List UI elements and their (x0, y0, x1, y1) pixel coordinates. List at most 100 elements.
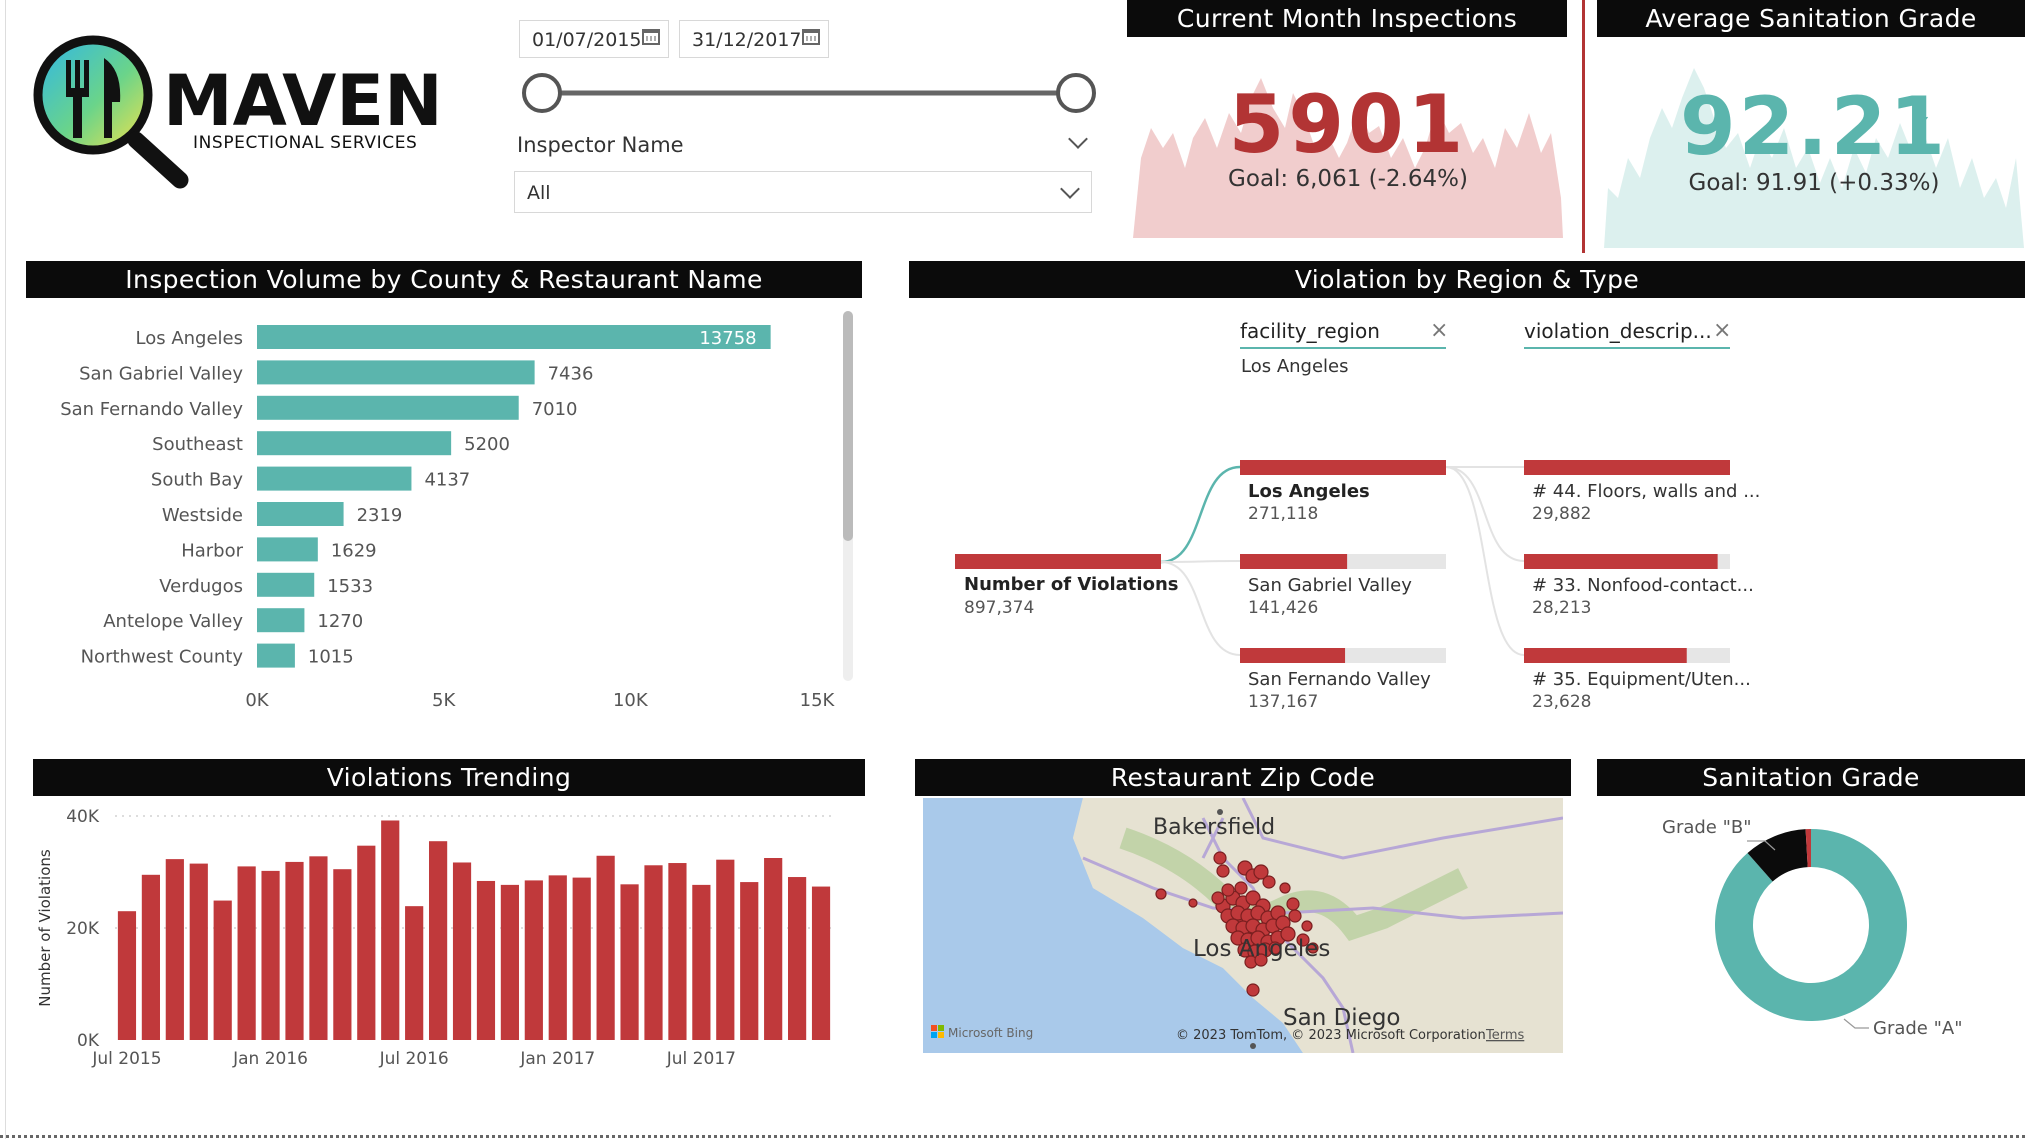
trend-bar[interactable] (548, 875, 567, 1040)
trend-x-tick: Jul 2016 (379, 1049, 449, 1069)
county-bar-chart: Los Angeles 13758 San Gabriel Valley 7436 Sa… (26, 300, 862, 720)
kpi-inspections-value: 5901 (1228, 78, 1468, 171)
county-x-tick: 5K (432, 690, 456, 711)
slider-handle-end[interactable] (1056, 73, 1096, 113)
inspector-dropdown[interactable]: All (514, 171, 1092, 213)
county-bar[interactable] (257, 466, 412, 491)
type-node-label[interactable]: # 33. Nonfood-contact... (1532, 575, 1754, 596)
trend-bar[interactable] (261, 870, 280, 1040)
type-node-label[interactable]: # 44. Floors, walls and ... (1532, 481, 1760, 502)
level1-close-icon[interactable]: × (1430, 318, 1448, 343)
kpi-grade-goal: Goal: 91.91 (+0.33%) (1688, 170, 1940, 196)
chevron-down-icon[interactable] (1068, 129, 1088, 149)
level2-close-icon[interactable]: × (1713, 318, 1731, 343)
county-bar[interactable] (257, 502, 344, 526)
trend-bar[interactable] (189, 863, 208, 1040)
trend-y-tick: 0K (77, 1031, 100, 1051)
violations-trend-chart: 0K 20K 40K Jul 2015 Jan 2016 Jul 2016 Jan 2017… (33, 798, 865, 1073)
county-bar[interactable] (257, 395, 519, 420)
county-x-tick: 10K (613, 690, 649, 711)
end-date-input[interactable]: 31/12/2017 (679, 20, 829, 58)
trend-bar[interactable] (644, 865, 663, 1040)
level1-underline (1240, 347, 1446, 349)
maven-logo: MAVEN INSPECTIONAL SERVICES (28, 30, 478, 200)
start-date-input[interactable]: 01/07/2015 (519, 20, 669, 58)
donut-title: Sanitation Grade (1597, 759, 2025, 796)
trend-bar[interactable] (452, 862, 472, 1040)
donut-label-grade-b: Grade "B" (1662, 817, 1752, 838)
county-chart-scrollbar[interactable] (843, 311, 853, 681)
county-bar-value-label: 2319 (357, 505, 403, 526)
region-bar[interactable] (1240, 460, 1446, 475)
decomp-connector (1445, 466, 1525, 562)
scrollbar-thumb[interactable] (843, 311, 853, 541)
trend-bar[interactable] (620, 884, 639, 1040)
slider-handle-start[interactable] (522, 73, 562, 113)
county-bar[interactable] (257, 572, 315, 597)
county-bar[interactable] (257, 643, 295, 668)
chevron-down-icon (1060, 179, 1080, 199)
trend-bar[interactable] (213, 900, 232, 1040)
trend-bar[interactable] (788, 877, 807, 1040)
county-bar[interactable] (257, 537, 318, 562)
trend-bar[interactable] (572, 877, 591, 1040)
trend-bar[interactable] (117, 911, 137, 1040)
kpi-check-icon: ✓ (1912, 110, 1933, 138)
trend-bar[interactable] (668, 863, 687, 1040)
type-bar[interactable] (1524, 460, 1730, 475)
level1-header[interactable]: facility_region (1240, 319, 1380, 343)
date-range-slider[interactable] (518, 70, 1098, 120)
type-bar[interactable] (1524, 648, 1687, 663)
trend-bar[interactable] (740, 882, 759, 1040)
donut-label-grade-a: Grade "A" (1873, 1018, 1963, 1039)
calendar-icon[interactable] (802, 29, 820, 45)
trend-y-tick: 40K (66, 807, 100, 827)
trend-bar[interactable] (333, 869, 352, 1040)
map-provider: Microsoft Bing (948, 1026, 1033, 1040)
trend-bar[interactable] (309, 856, 328, 1040)
calendar-icon[interactable] (642, 29, 660, 45)
trend-bar[interactable] (237, 866, 256, 1040)
region-bar[interactable] (1240, 554, 1348, 569)
map-label-los-angeles: Los Angeles (1193, 936, 1330, 962)
trend-chart-title: Violations Trending (33, 759, 865, 796)
trend-bar[interactable] (692, 884, 711, 1040)
type-bar[interactable] (1524, 554, 1718, 569)
trend-bar[interactable] (141, 874, 160, 1040)
type-node-label[interactable]: # 35. Equipment/Uten... (1532, 669, 1751, 690)
decomp-title: Violation by Region & Type (909, 261, 2025, 298)
trend-bar[interactable] (500, 884, 519, 1040)
map-terms-link[interactable]: Terms (1485, 1028, 1525, 1043)
trend-bar[interactable] (429, 841, 448, 1040)
trend-bar[interactable] (405, 906, 424, 1040)
trend-bar[interactable] (381, 820, 400, 1040)
trend-bar[interactable] (764, 858, 783, 1040)
region-node-label[interactable]: Los Angeles (1248, 481, 1370, 502)
county-bar-value-label: 1270 (317, 611, 363, 632)
kpi-grade-title: Average Sanitation Grade (1597, 0, 2025, 37)
county-bar-value-label: 7436 (548, 363, 594, 384)
region-node-label[interactable]: San Gabriel Valley (1248, 575, 1412, 596)
start-date-value: 01/07/2015 (532, 29, 642, 51)
trend-bar[interactable] (165, 859, 184, 1040)
county-bar[interactable] (257, 360, 535, 385)
county-bar[interactable] (257, 431, 452, 456)
trend-bar[interactable] (524, 880, 543, 1040)
trend-bar[interactable] (716, 859, 735, 1040)
county-bar[interactable] (257, 608, 305, 633)
level2-header[interactable]: violation_descrip... (1524, 319, 1712, 343)
region-bar[interactable] (1240, 648, 1346, 663)
county-bar-value-label: 1533 (327, 576, 373, 597)
trend-bar[interactable] (811, 886, 831, 1040)
decomp-root-value: 897,374 (964, 598, 1035, 618)
zip-code-map[interactable]: Bakersfield Los Angeles San Diego Micros… (923, 797, 1564, 1054)
trend-bar[interactable] (285, 861, 304, 1040)
region-node-label[interactable]: San Fernando Valley (1248, 669, 1431, 690)
trend-bar[interactable] (596, 855, 615, 1040)
map-title: Restaurant Zip Code (915, 759, 1571, 796)
county-bar[interactable] (257, 325, 771, 349)
decomp-root-bar[interactable] (955, 554, 1161, 569)
region-node-value: 271,118 (1248, 504, 1319, 524)
trend-bar[interactable] (357, 845, 376, 1040)
trend-bar[interactable] (476, 880, 496, 1040)
